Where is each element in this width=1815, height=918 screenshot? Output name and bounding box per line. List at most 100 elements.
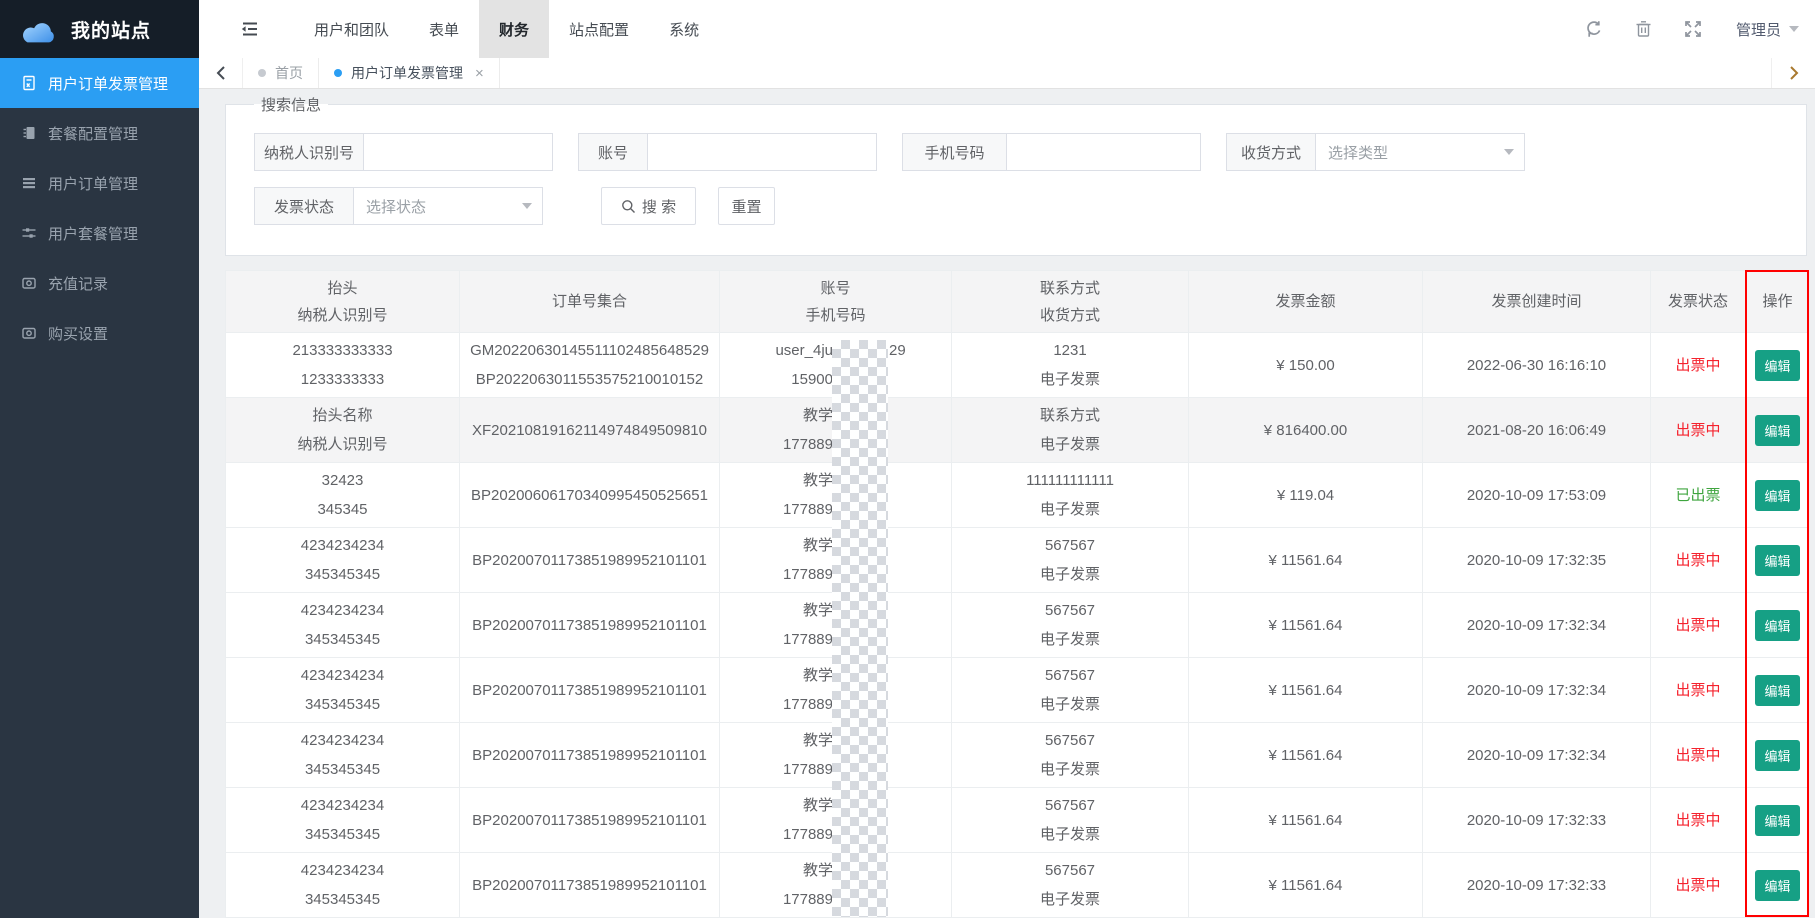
cell-created: 2020-10-09 17:53:09 <box>1423 463 1651 528</box>
search-row-1: 纳税人识别号 账号 手机号码 收货方式 <box>254 133 1806 171</box>
cell-orders: BP20200701173851989952101101 <box>460 528 720 593</box>
cell-amount: ¥ 150.00 <box>1189 333 1423 398</box>
fullscreen-icon[interactable] <box>1684 20 1702 38</box>
cell-line: 345345345 <box>226 755 459 784</box>
invoice-icon <box>21 75 37 91</box>
status-text: 出票中 <box>1651 416 1745 445</box>
edit-button[interactable]: 编辑 <box>1755 610 1799 641</box>
cell-action: 编辑 <box>1746 398 1810 463</box>
invoice-status-select[interactable]: 选择状态 <box>353 187 543 225</box>
edit-button[interactable]: 编辑 <box>1755 545 1799 576</box>
tab-home[interactable]: 首页 <box>243 58 319 88</box>
cell-line: 4234234234 <box>226 661 459 690</box>
search-icon <box>621 199 636 214</box>
status-text: 出票中 <box>1651 741 1745 770</box>
delivery-method-label: 收货方式 <box>1226 133 1316 171</box>
edit-button[interactable]: 编辑 <box>1755 350 1799 381</box>
cell-action: 编辑 <box>1746 723 1810 788</box>
cell-account: 教学177889 <box>720 723 952 788</box>
user-name: 管理员 <box>1736 19 1781 40</box>
nav-item-site-config[interactable]: 站点配置 <box>549 0 649 58</box>
tabs-scroll-right-icon[interactable] <box>1771 58 1815 88</box>
sidebar-item-label: 用户订单管理 <box>48 173 138 194</box>
sidebar-item-user-order-invoice[interactable]: 用户订单发票管理 <box>0 58 199 108</box>
refresh-icon[interactable] <box>1585 20 1603 38</box>
col-header-action: 操作 <box>1746 271 1810 333</box>
edit-button[interactable]: 编辑 <box>1755 480 1799 511</box>
nav-item-users-teams[interactable]: 用户和团队 <box>294 0 409 58</box>
cell-line: 567567 <box>952 661 1188 690</box>
edit-button[interactable]: 编辑 <box>1755 740 1799 771</box>
site-title: 我的站点 <box>71 16 151 43</box>
search-button[interactable]: 搜 索 <box>601 187 696 225</box>
cell-line: BP20200701173851989952101101 <box>460 806 719 835</box>
cell-line: 电子发票 <box>952 820 1188 849</box>
tab-dot-icon <box>258 69 266 77</box>
edit-button[interactable]: 编辑 <box>1755 675 1799 706</box>
cell-action: 编辑 <box>1746 463 1810 528</box>
cell-amount: ¥ 816400.00 <box>1189 398 1423 463</box>
cell-line: BP20200606170340995450525651 <box>460 481 719 510</box>
sidebar-item-recharge-records[interactable]: 充值记录 <box>0 258 199 308</box>
status-text: 出票中 <box>1651 546 1745 575</box>
phone-label: 手机号码 <box>902 133 1007 171</box>
cell-line: 4234234234 <box>226 726 459 755</box>
cell-title: 4234234234345345345 <box>226 658 460 723</box>
table-row: 4234234234345345345 BP202007011738519899… <box>226 658 1810 723</box>
edit-button[interactable]: 编辑 <box>1755 870 1799 901</box>
trash-icon[interactable] <box>1635 20 1652 38</box>
masked-line: 177889 <box>720 820 951 849</box>
cell-orders: BP20200701173851989952101101 <box>460 593 720 658</box>
edit-button[interactable]: 编辑 <box>1755 805 1799 836</box>
cell-line: 电子发票 <box>952 430 1188 459</box>
cell-account: 教学177889 <box>720 788 952 853</box>
user-menu[interactable]: 管理员 <box>1736 19 1799 40</box>
cell-line: XF20210819162114974849509810 <box>460 416 719 445</box>
nav-item-finance[interactable]: 财务 <box>479 0 549 58</box>
menu-fold-icon[interactable] <box>240 20 260 38</box>
masked-line: 177889 <box>720 885 951 914</box>
tab-close-icon[interactable]: × <box>475 65 484 82</box>
reset-button[interactable]: 重置 <box>718 187 775 225</box>
delivery-method-select[interactable]: 选择类型 <box>1315 133 1525 171</box>
taxpayer-id-input[interactable] <box>363 133 553 171</box>
account-input[interactable] <box>647 133 877 171</box>
status-text: 出票中 <box>1651 871 1745 900</box>
cell-status: 出票中 <box>1651 593 1746 658</box>
cell-status: 已出票 <box>1651 463 1746 528</box>
cell-line: 567567 <box>952 726 1188 755</box>
cell-action: 编辑 <box>1746 853 1810 918</box>
cell-line: 4234234234 <box>226 791 459 820</box>
cell-line: BP20200701173851989952101101 <box>460 611 719 640</box>
cell-line: 4234234234 <box>226 856 459 885</box>
sidebar-item-purchase-settings[interactable]: 购买设置 <box>0 308 199 358</box>
masked-line: 15900 <box>720 365 951 394</box>
tab-user-order-invoice[interactable]: 用户订单发票管理 × <box>319 58 500 88</box>
sidebar-item-user-orders[interactable]: 用户订单管理 <box>0 158 199 208</box>
status-text: 出票中 <box>1651 806 1745 835</box>
search-panel: 搜索信息 纳税人识别号 账号 手机号码 <box>225 94 1807 256</box>
cell-line: 联系方式 <box>952 401 1188 430</box>
masked-line: 177889 <box>720 625 951 654</box>
chevron-down-icon <box>1504 149 1514 155</box>
nav-item-system[interactable]: 系统 <box>649 0 719 58</box>
table-row: 4234234234345345345 BP202007011738519899… <box>226 853 1810 918</box>
table-row: 4234234234345345345 BP202007011738519899… <box>226 723 1810 788</box>
sidebar-item-package-config[interactable]: 套餐配置管理 <box>0 108 199 158</box>
masked-line: user_4ju29 <box>720 336 951 365</box>
cell-action: 编辑 <box>1746 593 1810 658</box>
cell-status: 出票中 <box>1651 853 1746 918</box>
tabs-scroll-left-icon[interactable] <box>199 58 243 88</box>
purchase-icon <box>21 325 37 341</box>
edit-button[interactable]: 编辑 <box>1755 415 1799 446</box>
cell-line: 1231 <box>952 336 1188 365</box>
cell-line: 567567 <box>952 791 1188 820</box>
sidebar-item-user-plans[interactable]: 用户套餐管理 <box>0 208 199 258</box>
table-row: 4234234234345345345 BP202007011738519899… <box>226 788 1810 853</box>
tab-label: 首页 <box>275 63 303 83</box>
nav-item-forms[interactable]: 表单 <box>409 0 479 58</box>
cell-line: 345345345 <box>226 885 459 914</box>
phone-input[interactable] <box>1006 133 1201 171</box>
cell-status: 出票中 <box>1651 333 1746 398</box>
cell-line: 345345345 <box>226 560 459 589</box>
